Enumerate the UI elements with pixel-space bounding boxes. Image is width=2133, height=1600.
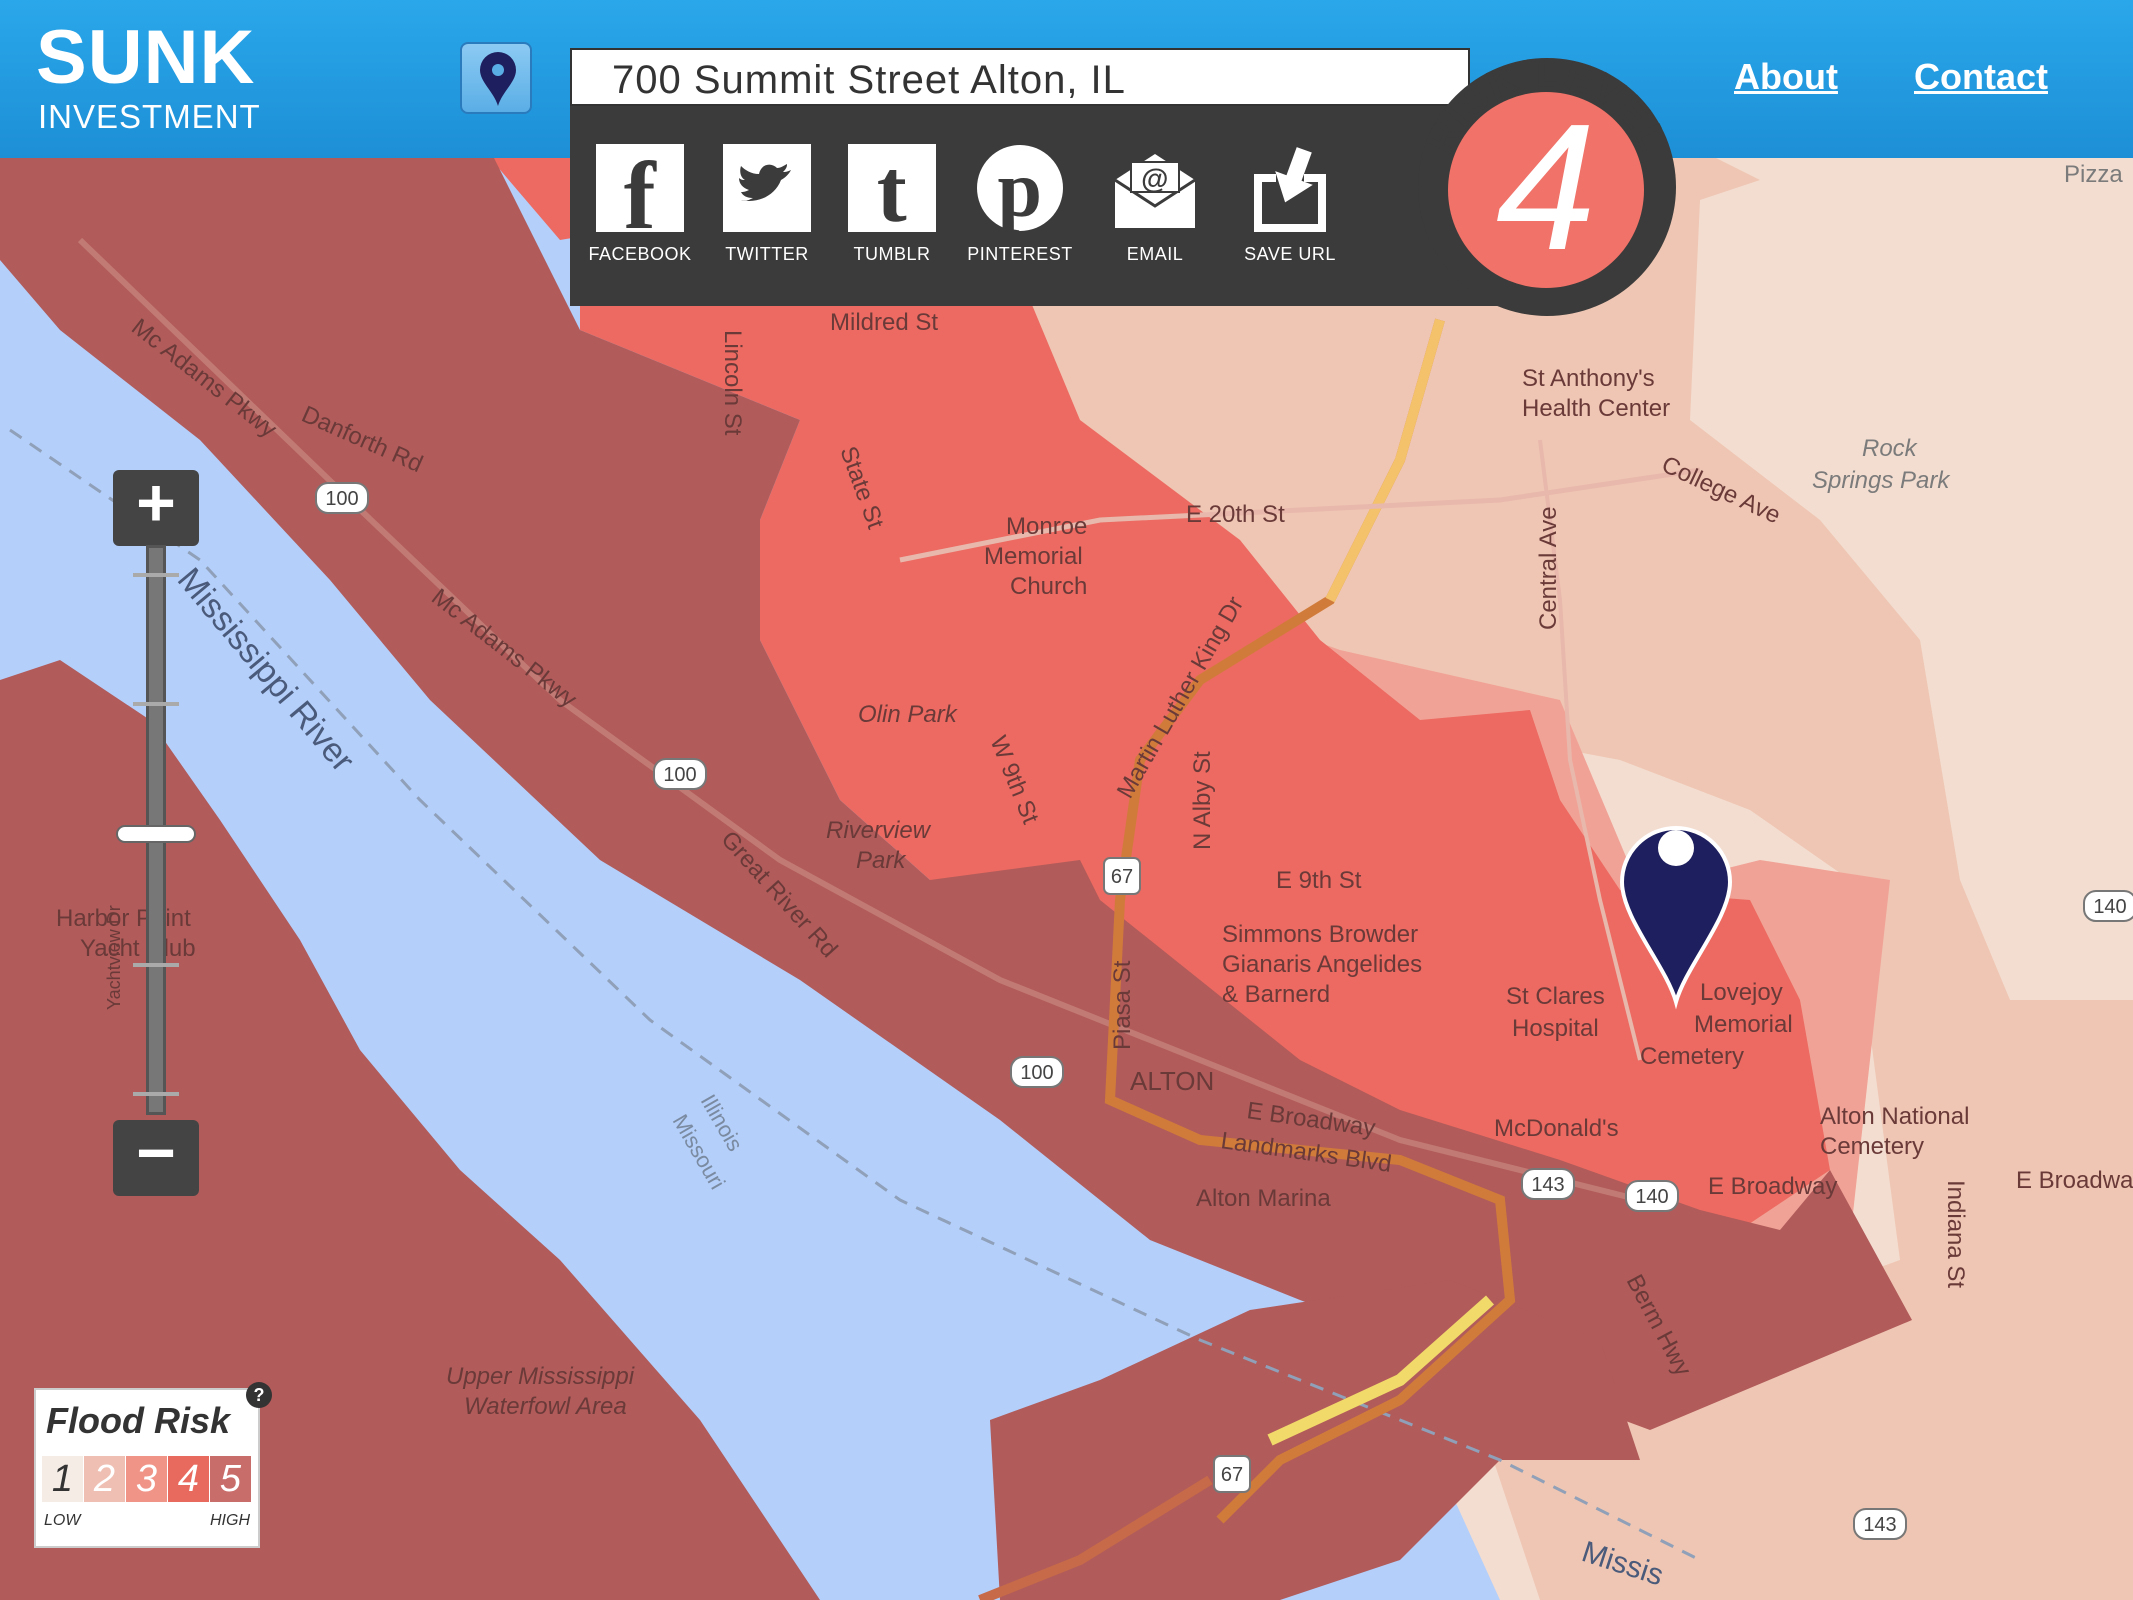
share-save-url[interactable]: SAVE URL bbox=[1220, 144, 1360, 265]
share-twitter-label: TWITTER bbox=[725, 244, 809, 264]
svg-text:100: 100 bbox=[1020, 1062, 1053, 1084]
label-road: E 9th St bbox=[1276, 867, 1362, 894]
label-city: ALTON bbox=[1130, 1066, 1214, 1096]
label-road: N Alby St bbox=[1189, 751, 1216, 850]
logo-sunk[interactable]: SUNK bbox=[36, 20, 255, 96]
legend-level-3: 3 bbox=[126, 1456, 167, 1502]
legend-level-2: 2 bbox=[84, 1456, 125, 1502]
svg-text:@: @ bbox=[1141, 163, 1169, 194]
label-road: Central Ave bbox=[1535, 506, 1562, 630]
label-place: Alton Marina bbox=[1196, 1185, 1331, 1212]
label-place: Monroe bbox=[1006, 513, 1087, 540]
label-road: E 20th St bbox=[1186, 501, 1285, 528]
svg-text:100: 100 bbox=[325, 488, 358, 510]
label-road: Lincoln St bbox=[719, 330, 746, 436]
label-place: St Clares bbox=[1506, 983, 1605, 1010]
zoom-slider-handle[interactable] bbox=[116, 825, 196, 843]
label-place: Gianaris Angelides bbox=[1222, 951, 1422, 978]
legend-scale: 12345 bbox=[42, 1456, 251, 1502]
label-road: Piasa St bbox=[1109, 960, 1136, 1050]
svg-text:67: 67 bbox=[1111, 866, 1133, 888]
label-place: & Barnerd bbox=[1222, 981, 1330, 1008]
zoom-tick bbox=[133, 702, 179, 706]
help-icon[interactable]: ? bbox=[246, 1382, 272, 1408]
facebook-icon: f bbox=[596, 142, 684, 249]
risk-level-number: 4 bbox=[1495, 87, 1597, 288]
svg-text:100: 100 bbox=[663, 764, 696, 786]
zoom-in-button[interactable]: + bbox=[113, 465, 199, 546]
label-park: Park bbox=[856, 847, 907, 874]
pinterest-icon: p bbox=[976, 144, 1064, 234]
legend-title: Flood Risk bbox=[46, 1400, 231, 1441]
label-place: Cemetery bbox=[1820, 1133, 1924, 1160]
label-place: Church bbox=[1010, 573, 1087, 600]
label-place: St Anthony's bbox=[1522, 365, 1655, 392]
legend-high-label: HIGH bbox=[210, 1512, 250, 1529]
label-place: Harbor Point bbox=[56, 905, 191, 932]
legend-level-4: 4 bbox=[168, 1456, 209, 1502]
risk-level-circle: 4 bbox=[1448, 92, 1644, 288]
nav-about-link[interactable]: About bbox=[1734, 56, 1838, 98]
svg-text:143: 143 bbox=[1863, 1514, 1896, 1536]
email-icon: @ bbox=[1111, 144, 1199, 232]
legend-level-1: 1 bbox=[42, 1456, 83, 1502]
share-save-url-label: SAVE URL bbox=[1244, 244, 1336, 264]
label-place: Yacht Club bbox=[80, 935, 196, 962]
zoom-tick bbox=[133, 573, 179, 577]
twitter-icon bbox=[723, 144, 811, 232]
plus-icon: + bbox=[136, 465, 176, 541]
share-email-label: EMAIL bbox=[1126, 244, 1184, 264]
svg-text:140: 140 bbox=[2093, 896, 2126, 918]
label-road: Mildred St bbox=[830, 309, 938, 336]
save-icon bbox=[1246, 144, 1334, 232]
flood-risk-legend: Flood Risk ? 12345 LOW HIGH bbox=[34, 1382, 272, 1548]
label-place: Pizza bbox=[2064, 161, 2123, 188]
address-text[interactable]: 700 Summit Street Alton, IL bbox=[612, 58, 1126, 103]
svg-text:140: 140 bbox=[1635, 1186, 1668, 1208]
label-place: Memorial bbox=[984, 543, 1083, 570]
label-place: Alton National bbox=[1820, 1103, 1969, 1130]
svg-text:67: 67 bbox=[1221, 1464, 1243, 1486]
address-search-box[interactable]: 700 Summit Street Alton, IL bbox=[570, 48, 1470, 106]
svg-text:p: p bbox=[998, 146, 1043, 232]
locate-button[interactable] bbox=[460, 42, 532, 114]
label-place: Health Center bbox=[1522, 395, 1670, 422]
share-pinterest[interactable]: p PINTEREST bbox=[950, 144, 1090, 265]
minus-icon: − bbox=[136, 1115, 176, 1191]
map-pin-icon bbox=[480, 52, 516, 106]
label-park: Upper Mississippi bbox=[446, 1363, 635, 1390]
label-place: Cemetery bbox=[1640, 1043, 1744, 1070]
share-twitter[interactable]: TWITTER bbox=[697, 144, 837, 265]
label-park: Riverview bbox=[826, 817, 932, 844]
label-road: E Broadwa bbox=[2016, 1167, 2133, 1194]
label-place: Lovejoy bbox=[1700, 979, 1783, 1006]
label-park: Rock bbox=[1862, 435, 1919, 462]
label-place: Memorial bbox=[1694, 1011, 1793, 1038]
label-park: Springs Park bbox=[1812, 467, 1951, 494]
label-road: E Broadway bbox=[1708, 1173, 1837, 1200]
share-pinterest-label: PINTEREST bbox=[967, 244, 1073, 264]
svg-text:143: 143 bbox=[1531, 1174, 1564, 1196]
share-email[interactable]: @ EMAIL bbox=[1085, 144, 1225, 265]
zoom-tick bbox=[133, 963, 179, 967]
label-park: Waterfowl Area bbox=[464, 1393, 627, 1420]
label-road: Indiana St bbox=[1942, 1180, 1969, 1288]
label-place: McDonald's bbox=[1494, 1115, 1619, 1142]
label-place: Hospital bbox=[1512, 1015, 1599, 1042]
legend-level-5: 5 bbox=[210, 1456, 251, 1502]
nav-contact-link[interactable]: Contact bbox=[1914, 56, 2048, 98]
logo-investment[interactable]: INVESTMENT bbox=[38, 98, 261, 136]
risk-level-badge: RISK LEVEL 4 bbox=[1418, 51, 1676, 316]
zoom-out-button[interactable]: − bbox=[113, 1115, 199, 1196]
share-facebook[interactable]: f FACEBOOK bbox=[570, 142, 710, 265]
tumblr-icon: t bbox=[848, 142, 936, 241]
share-tumblr[interactable]: t TUMBLR bbox=[822, 142, 962, 265]
label-place: Simmons Browder bbox=[1222, 921, 1418, 948]
label-park: Olin Park bbox=[858, 701, 959, 728]
zoom-tick bbox=[133, 1092, 179, 1096]
legend-low-label: LOW bbox=[44, 1512, 81, 1529]
share-tumblr-label: TUMBLR bbox=[853, 244, 931, 264]
